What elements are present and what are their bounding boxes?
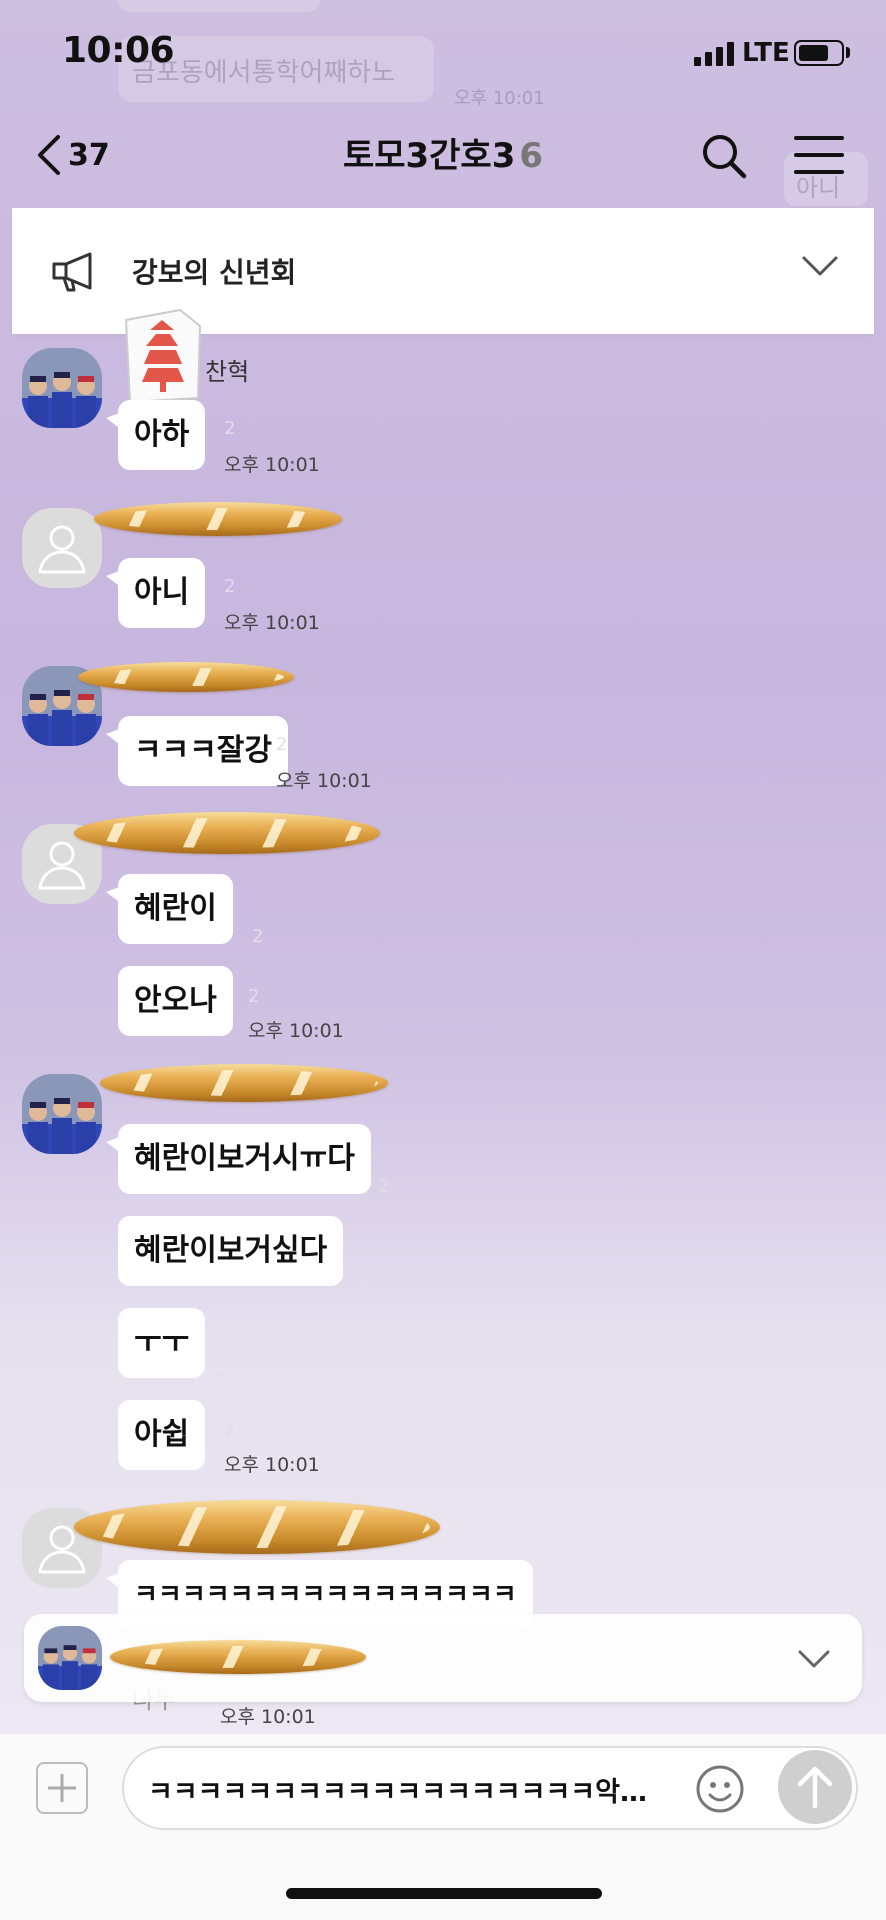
send-arrow-icon xyxy=(797,1766,833,1809)
message-time: 오후 10:01 xyxy=(224,612,320,634)
chevron-left-icon xyxy=(38,135,60,175)
chevron-down-icon[interactable] xyxy=(802,256,838,278)
redaction-scribble xyxy=(78,662,294,692)
attach-button[interactable] xyxy=(36,1762,88,1814)
member-count: 6 xyxy=(519,136,544,176)
avatar[interactable] xyxy=(22,1074,102,1154)
redaction-scribble xyxy=(94,502,342,536)
plus-icon xyxy=(48,1774,76,1802)
emoji-icon xyxy=(696,1765,744,1813)
status-time: 10:06 xyxy=(62,30,175,71)
redaction-scribble xyxy=(100,1064,388,1102)
send-button[interactable] xyxy=(778,1750,852,1824)
message-time: 오후 10:01 xyxy=(276,770,372,792)
unread-count: 2 xyxy=(224,418,236,439)
avatar[interactable] xyxy=(22,508,102,588)
unread-count: 2 xyxy=(252,926,264,947)
unread-count: 2 xyxy=(216,1360,228,1381)
battery-icon xyxy=(794,40,844,66)
redaction-scribble xyxy=(74,1500,440,1554)
message-input-text[interactable]: ㅋㅋㅋㅋㅋㅋㅋㅋㅋㅋㅋㅋㅋㅋㅋㅋㅋㅋ악ㅋㅋㅋㅋㅋㅠㅠㅠ... xyxy=(148,1770,658,1809)
notice-text: 강보의 신년회 xyxy=(132,256,297,289)
group-photo xyxy=(22,348,102,428)
message-bubble[interactable]: ㅜㅜ xyxy=(118,1308,206,1378)
search-button[interactable] xyxy=(700,132,748,180)
message-bubble[interactable]: 아니 xyxy=(105,558,206,628)
default-user-icon xyxy=(38,525,86,574)
battery-tip xyxy=(846,47,850,58)
message-time: 오후 10:01 xyxy=(224,1454,320,1476)
chat-room-name: 토모3간호3 xyxy=(342,136,516,176)
avatar xyxy=(38,1626,102,1690)
message-time: 오후 10:01 xyxy=(248,1020,344,1042)
redaction-scribble xyxy=(110,1640,366,1674)
message-bubble[interactable]: 아쉽 xyxy=(118,1400,206,1470)
search-icon xyxy=(703,135,747,179)
group-photo xyxy=(22,1074,102,1154)
unread-count: 2 xyxy=(224,576,236,597)
message-bubble[interactable]: 아하 xyxy=(105,400,206,470)
network-label: LTE xyxy=(742,38,790,68)
unread-count: 2 xyxy=(378,1176,390,1197)
message-time: 오후 10:01 xyxy=(220,1706,316,1728)
message-time: 오후 10:01 xyxy=(224,454,320,476)
unread-count: 2 xyxy=(224,1420,236,1441)
menu-button[interactable] xyxy=(794,134,844,176)
unread-count: 2 xyxy=(356,1268,368,1289)
previous-message-time: 오후 10:01 xyxy=(454,88,545,109)
sender-name: 찬혁 xyxy=(205,358,250,386)
emoji-button[interactable] xyxy=(694,1763,746,1815)
message-bubble[interactable]: 혜란이보거시ㅠ다 xyxy=(106,1124,371,1194)
default-user-icon xyxy=(38,841,86,890)
megaphone-icon xyxy=(52,252,92,292)
back-button[interactable]: 37 xyxy=(36,130,136,180)
group-photo xyxy=(38,1626,102,1690)
unread-count: 2 xyxy=(276,734,288,755)
message-bubble[interactable]: 혜란이 xyxy=(106,874,233,944)
signal-icon xyxy=(694,42,736,66)
menu-icon xyxy=(794,136,844,174)
sticker-image xyxy=(124,308,202,404)
home-indicator xyxy=(286,1888,602,1899)
unread-count: 2 xyxy=(248,986,260,1007)
avatar[interactable] xyxy=(22,348,102,428)
new-message-preview[interactable] xyxy=(24,1614,862,1702)
unread-chats-count: 37 xyxy=(68,137,110,173)
chevron-down-icon xyxy=(798,1650,830,1668)
message-bubble[interactable]: 혜란이보거싶다 xyxy=(118,1216,344,1286)
message-bubble[interactable]: 안오나 xyxy=(118,966,233,1036)
previous-bubble-edge xyxy=(118,0,320,12)
redaction-scribble xyxy=(74,812,380,854)
message-bubble[interactable]: ㅋㅋㅋ잘강 xyxy=(106,716,288,786)
